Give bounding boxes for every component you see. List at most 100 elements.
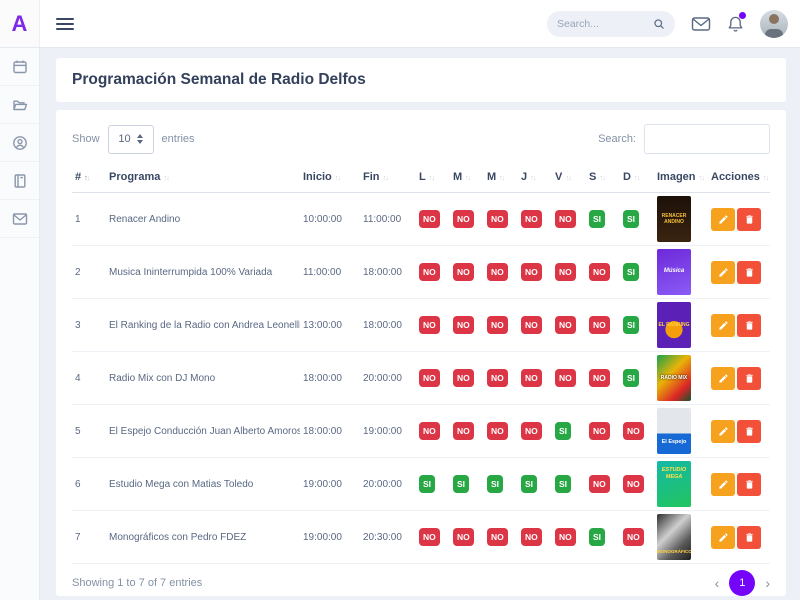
- sidebar-item-schedule[interactable]: [0, 48, 39, 86]
- edit-button[interactable]: [711, 473, 735, 496]
- page-number-button[interactable]: 1: [729, 570, 755, 596]
- day-badge: NO: [589, 316, 610, 334]
- day-badge: SI: [555, 422, 571, 440]
- entries-label: entries: [162, 133, 195, 145]
- sort-icons: [530, 173, 536, 182]
- page-length-select[interactable]: 10: [108, 125, 154, 154]
- sort-icons: [335, 173, 341, 182]
- edit-button[interactable]: [711, 261, 735, 284]
- row-number: 3: [72, 299, 106, 352]
- end-time: 18:00:00: [360, 246, 416, 299]
- col-header-programa[interactable]: Programa: [106, 162, 300, 193]
- col-header-fin[interactable]: Fin: [360, 162, 416, 193]
- trash-icon: [744, 320, 755, 331]
- day-badge: NO: [487, 210, 508, 228]
- menu-toggle-icon[interactable]: [56, 15, 74, 33]
- show-label: Show: [72, 133, 100, 145]
- delete-button[interactable]: [737, 261, 761, 284]
- day-badge: NO: [487, 369, 508, 387]
- col-header-domingo[interactable]: D: [620, 162, 654, 193]
- delete-button[interactable]: [737, 420, 761, 443]
- sort-icons: [699, 173, 705, 182]
- sidebar-item-files[interactable]: [0, 86, 39, 124]
- day-badge: SI: [521, 475, 537, 493]
- day-badge: NO: [589, 263, 610, 281]
- day-badge: NO: [419, 369, 440, 387]
- sort-icons: [84, 173, 90, 182]
- day-badge: NO: [521, 528, 542, 546]
- program-image: El Espejo: [657, 408, 691, 454]
- edit-button[interactable]: [711, 420, 735, 443]
- delete-button[interactable]: [737, 526, 761, 549]
- day-badge: NO: [555, 528, 576, 546]
- avatar[interactable]: [760, 10, 788, 38]
- day-badge: NO: [453, 210, 474, 228]
- day-badge: NO: [453, 316, 474, 334]
- program-image: EL RANKING: [657, 302, 691, 348]
- col-header-inicio[interactable]: Inicio: [300, 162, 360, 193]
- entries-info: Showing 1 to 7 of 7 entries: [72, 577, 202, 589]
- sidebar-item-library[interactable]: [0, 162, 39, 200]
- delete-button[interactable]: [737, 208, 761, 231]
- col-header-num[interactable]: #: [72, 162, 106, 193]
- start-time: 19:00:00: [300, 511, 360, 564]
- logo[interactable]: A: [0, 0, 40, 47]
- day-badge: NO: [453, 422, 474, 440]
- delete-button[interactable]: [737, 314, 761, 337]
- start-time: 10:00:00: [300, 193, 360, 246]
- table-search-label: Search:: [598, 133, 636, 145]
- edit-button[interactable]: [711, 208, 735, 231]
- day-badge: NO: [589, 369, 610, 387]
- col-header-martes[interactable]: M: [450, 162, 484, 193]
- sidebar-item-messages[interactable]: [0, 200, 39, 238]
- day-badge: NO: [589, 422, 610, 440]
- global-search-input[interactable]: [557, 18, 653, 30]
- day-badge: NO: [487, 263, 508, 281]
- edit-button[interactable]: [711, 526, 735, 549]
- table-footer: Showing 1 to 7 of 7 entries ‹ 1 ›: [72, 570, 770, 596]
- col-header-lunes[interactable]: L: [416, 162, 450, 193]
- day-badge: SI: [487, 475, 503, 493]
- messages-button[interactable]: [691, 16, 711, 32]
- end-time: 20:00:00: [360, 352, 416, 405]
- search-icon: [653, 18, 665, 30]
- row-number: 4: [72, 352, 106, 405]
- col-header-viernes[interactable]: V: [552, 162, 586, 193]
- table-row: 1 Renacer Andino 10:00:00 11:00:00 NO NO…: [72, 193, 770, 246]
- day-badge: SI: [589, 528, 605, 546]
- folder-open-icon: [12, 97, 28, 113]
- day-badge: NO: [487, 528, 508, 546]
- next-page-icon[interactable]: ›: [765, 576, 770, 590]
- table-row: 6 Estudio Mega con Matias Toledo 19:00:0…: [72, 458, 770, 511]
- delete-button[interactable]: [737, 473, 761, 496]
- table-row: 5 El Espejo Conducción Juan Alberto Amor…: [72, 405, 770, 458]
- day-badge: SI: [623, 263, 639, 281]
- col-header-imagen[interactable]: Imagen: [654, 162, 708, 193]
- end-time: 19:00:00: [360, 405, 416, 458]
- pencil-icon: [718, 479, 729, 490]
- day-badge: SI: [623, 210, 639, 228]
- start-time: 19:00:00: [300, 458, 360, 511]
- prev-page-icon[interactable]: ‹: [715, 576, 720, 590]
- edit-button[interactable]: [711, 314, 735, 337]
- table-search-input[interactable]: [644, 124, 770, 154]
- day-badge: NO: [521, 422, 542, 440]
- program-name: Monográficos con Pedro FDEZ: [106, 511, 300, 564]
- notifications-button[interactable]: [727, 15, 744, 33]
- col-header-acciones[interactable]: Acciones: [708, 162, 770, 193]
- end-time: 11:00:00: [360, 193, 416, 246]
- sidebar-item-users[interactable]: [0, 124, 39, 162]
- trash-icon: [744, 479, 755, 490]
- global-search[interactable]: [547, 11, 675, 37]
- col-header-jueves[interactable]: J: [518, 162, 552, 193]
- user-icon: [12, 135, 28, 151]
- day-badge: NO: [419, 263, 440, 281]
- day-badge: NO: [623, 422, 644, 440]
- edit-button[interactable]: [711, 367, 735, 390]
- col-header-sabado[interactable]: S: [586, 162, 620, 193]
- col-header-miercoles[interactable]: M: [484, 162, 518, 193]
- program-image: MONOGRÁFICOS: [657, 514, 691, 560]
- delete-button[interactable]: [737, 367, 761, 390]
- notification-dot: [739, 12, 746, 19]
- day-badge: NO: [453, 528, 474, 546]
